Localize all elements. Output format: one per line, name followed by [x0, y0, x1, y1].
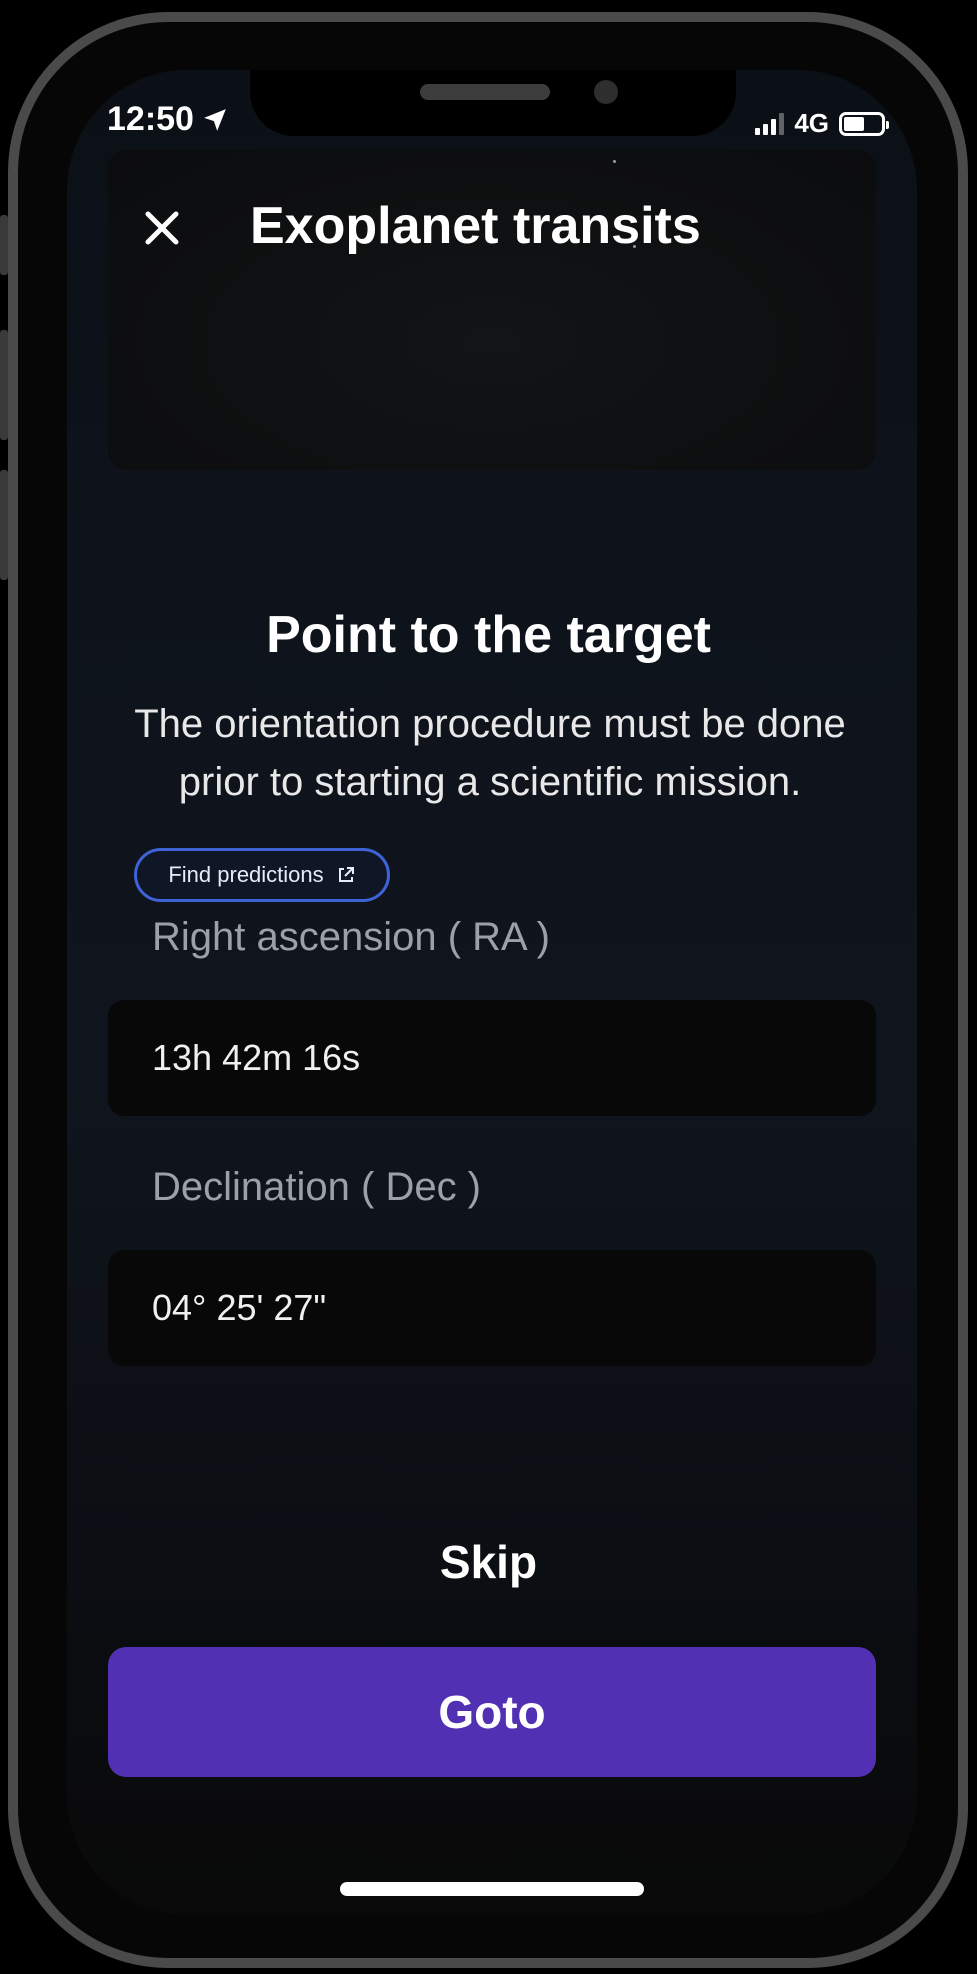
- speaker-grill: [420, 84, 550, 100]
- goto-label: Goto: [438, 1686, 546, 1738]
- status-time-text: 12:50: [107, 100, 194, 138]
- status-time: 12:50: [107, 100, 228, 139]
- description-text: The orientation procedure must be done p…: [134, 702, 846, 804]
- front-camera: [594, 80, 618, 104]
- network-type: 4G: [794, 108, 829, 138]
- home-indicator[interactable]: [340, 1882, 644, 1896]
- section-title: Point to the target: [266, 606, 711, 664]
- skip-button[interactable]: Skip: [0, 1535, 977, 1589]
- ra-value: 13h 42m 16s: [152, 1037, 361, 1078]
- dec-value: 04° 25' 27": [152, 1287, 327, 1328]
- external-link-icon: [338, 867, 354, 882]
- location-arrow-icon: [204, 108, 226, 131]
- notch: [250, 70, 736, 136]
- find-predictions-label: Find predictions: [168, 862, 324, 887]
- ra-input[interactable]: 13h 42m 16s: [108, 1000, 876, 1116]
- page-title: Exoplanet transits: [250, 197, 701, 255]
- ra-label: Right ascension ( RA ): [152, 915, 550, 959]
- volume-up-button: [0, 330, 8, 440]
- goto-button[interactable]: Goto: [108, 1647, 876, 1777]
- battery-icon: [839, 111, 889, 136]
- close-icon[interactable]: [140, 206, 184, 250]
- volume-down-button: [0, 470, 8, 580]
- find-predictions-button[interactable]: Find predictions: [134, 848, 390, 902]
- mute-switch: [0, 215, 8, 275]
- dec-label: Declination ( Dec ): [152, 1165, 482, 1209]
- dec-input[interactable]: 04° 25' 27": [108, 1250, 876, 1366]
- signal-strength-icon: [755, 112, 785, 135]
- status-indicators: 4G: [755, 108, 889, 139]
